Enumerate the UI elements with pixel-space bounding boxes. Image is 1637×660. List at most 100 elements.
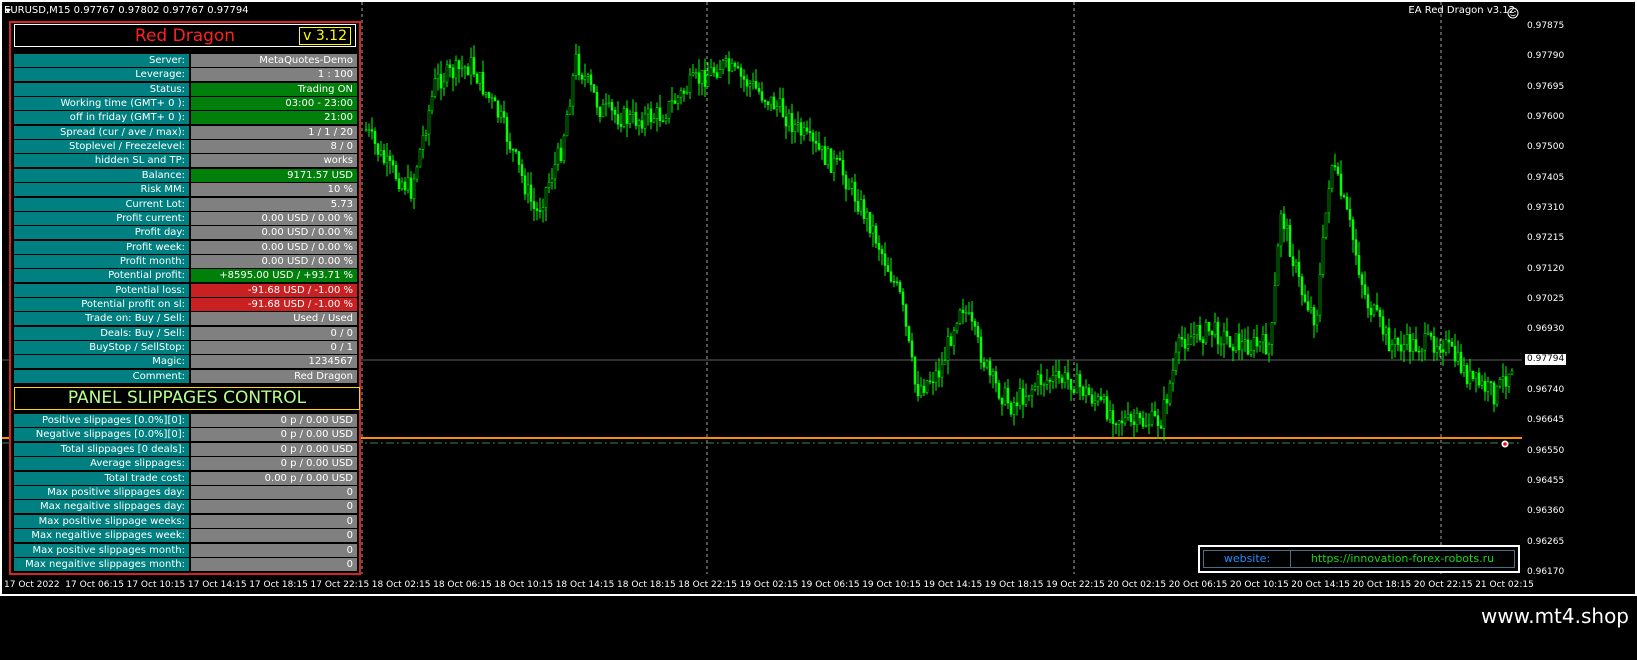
candle-body <box>742 76 746 80</box>
candle-body <box>1195 325 1199 336</box>
candle-body <box>1192 334 1196 338</box>
candle-body <box>688 74 692 93</box>
candle-body <box>1441 349 1445 353</box>
candle-body <box>952 330 956 346</box>
info-row: Risk MM: 10 % <box>14 183 357 197</box>
candle-body <box>1402 344 1406 352</box>
time-label: 20 Oct 02:15 <box>1107 580 1167 590</box>
candle-body <box>1483 380 1487 392</box>
candle-body <box>997 382 1001 399</box>
info-row-value: 0 / 0 <box>191 326 357 340</box>
candle-body <box>1180 337 1184 340</box>
candle-body <box>1348 208 1352 220</box>
candle-body <box>1273 285 1277 324</box>
candle-body <box>1495 385 1499 405</box>
info-row-label: Profit day: <box>14 226 189 240</box>
candle-body <box>799 122 803 136</box>
candle-body <box>1219 343 1223 346</box>
candle-body <box>1102 396 1106 400</box>
candle-body <box>1318 274 1322 316</box>
time-label: 17 Oct 2022 <box>4 580 60 590</box>
candle-body <box>1264 334 1268 355</box>
candle-body <box>886 265 890 272</box>
candle-body <box>1456 351 1460 362</box>
candle-body <box>1381 316 1385 335</box>
candle-body <box>1504 376 1508 387</box>
slippage-row-label: Max positive slippages month: <box>14 543 189 557</box>
candle-body <box>1447 339 1451 343</box>
info-row-label: BuyStop / SellStop: <box>14 341 189 354</box>
price-label: 0.96645 <box>1527 415 1565 426</box>
candle-body <box>1258 341 1262 347</box>
candle-body <box>1120 420 1124 424</box>
candle-body <box>385 155 389 164</box>
candle-body <box>436 73 440 79</box>
candle-body <box>922 385 926 393</box>
candle-body <box>832 157 836 173</box>
slippage-row: Max positive slippage weeks: 0 <box>14 514 357 528</box>
candle-body <box>1369 307 1373 316</box>
candle-body <box>643 113 647 129</box>
candle-body <box>763 100 767 102</box>
candle-body <box>829 148 833 173</box>
candle-body <box>991 371 995 376</box>
candle-body <box>1252 336 1256 351</box>
info-row-value: Red Dragon <box>191 369 357 383</box>
candle-body <box>619 123 623 127</box>
candle-body <box>562 135 566 162</box>
candle-body <box>538 210 542 212</box>
candle-body <box>1105 396 1109 420</box>
candle-body <box>1138 412 1142 419</box>
candle-body <box>586 74 590 77</box>
candle-body <box>1090 394 1094 404</box>
candle-body <box>424 133 428 136</box>
candle-body <box>850 181 854 189</box>
candle-body <box>709 67 713 76</box>
candle-body <box>406 177 410 191</box>
candle-body <box>1429 332 1433 337</box>
candle-body <box>976 326 980 338</box>
candle-body <box>649 108 653 123</box>
candle-body <box>907 326 911 342</box>
candle-body <box>712 67 716 73</box>
time-label: 19 Oct 02:15 <box>739 580 799 590</box>
candle-body <box>1054 370 1058 376</box>
candle-body <box>808 131 812 134</box>
candle-body <box>1003 387 1007 405</box>
candle-body <box>499 111 503 118</box>
candle-body <box>1066 372 1070 380</box>
candle-body <box>520 164 524 176</box>
candle-body <box>1093 400 1097 404</box>
candle-body <box>766 101 770 106</box>
candle-body <box>631 111 635 115</box>
candle-body <box>1246 339 1250 355</box>
candle-body <box>703 70 707 87</box>
ea-label: EA Red Dragon v3.12 <box>1408 5 1515 16</box>
candle-body <box>1006 387 1010 404</box>
website-link[interactable]: https://innovation-forex-robots.ru <box>1291 551 1514 567</box>
candle-body <box>1261 334 1265 343</box>
candle-body <box>835 157 839 160</box>
candle-body <box>1162 399 1166 429</box>
info-row: Stoplevel / Freezelevel: 8 / 0 <box>14 140 357 154</box>
info-row-value: +8595.00 USD / +93.71 % <box>191 269 357 283</box>
candle-body <box>1423 333 1427 351</box>
candle-body <box>1474 372 1478 379</box>
candle-body <box>1384 327 1388 335</box>
candle-body <box>1330 165 1334 189</box>
candle-body <box>511 148 515 151</box>
info-row-value: 0.00 USD / 0.00 % <box>191 226 357 240</box>
candle-body <box>844 174 848 190</box>
info-row-value: MetaQuotes-Demo <box>191 54 357 67</box>
candle-body <box>1321 237 1325 275</box>
candle-body <box>379 150 383 155</box>
candle-body <box>421 135 425 150</box>
candle-body <box>745 79 749 87</box>
candle-body <box>529 184 533 202</box>
candle-body <box>1021 388 1025 405</box>
candle-body <box>628 114 632 124</box>
candle-body <box>1267 343 1271 355</box>
candle-body <box>931 381 935 384</box>
time-label: 17 Oct 22:15 <box>310 580 370 590</box>
candle-body <box>460 67 464 70</box>
